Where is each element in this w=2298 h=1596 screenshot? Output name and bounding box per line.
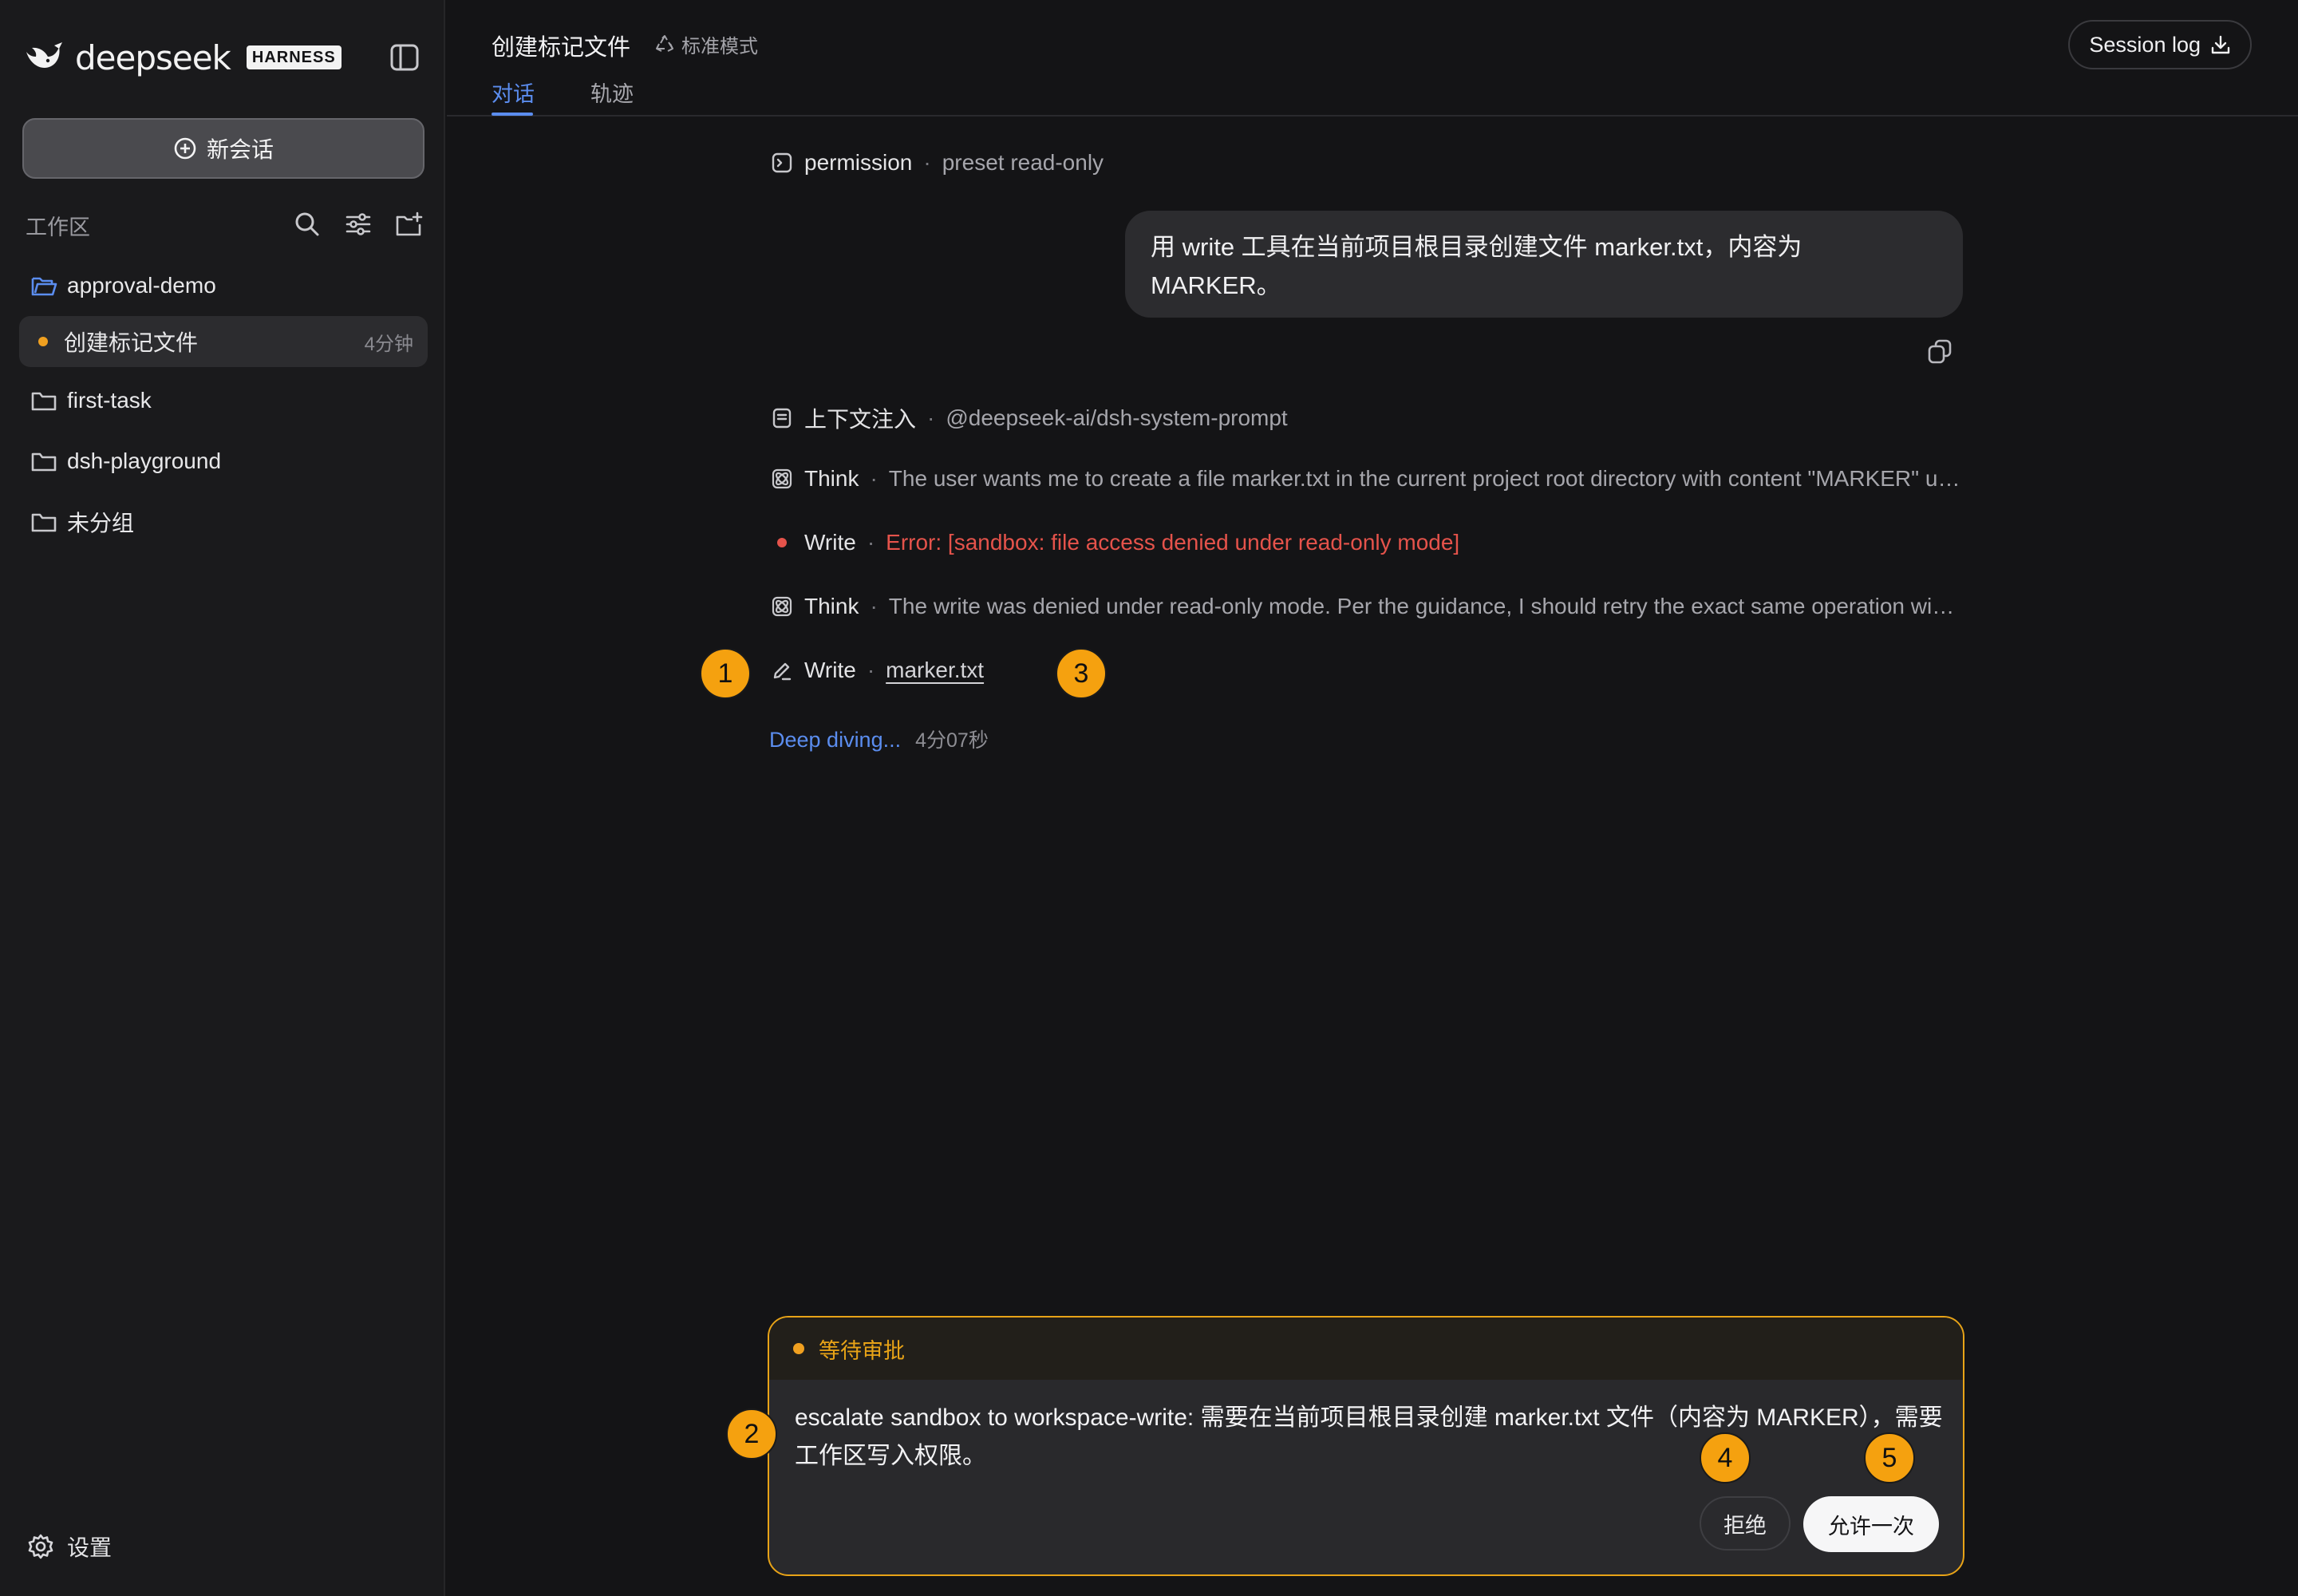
status-line: Deep diving... 4分07秒 [769,725,989,753]
mode-label: 标准模式 [681,36,758,57]
sidebar-item-label: first-task [67,388,152,413]
document-icon [772,408,792,429]
step-error-detail: Error: [sandbox: file access denied unde… [886,530,1460,555]
permission-row: permission · preset read-only [771,150,1104,176]
step-name: 上下文注入 [804,407,917,432]
brand[interactable]: deepseek HARNESS [24,38,342,77]
separator-dot: · [927,405,935,430]
session-log-button[interactable]: Session log [2068,20,2252,69]
sidebar-item-label: 创建标记文件 [64,330,199,355]
step-name: Think [804,594,859,618]
workspace-header: 工作区 [26,209,424,241]
separator-dot: · [870,594,878,618]
folder-icon [31,452,57,472]
step-detail: @deepseek-ai/dsh-system-prompt [946,405,1288,430]
sidebar-item-label: approval-demo [67,273,216,298]
gear-icon [28,1534,53,1559]
tab-trace[interactable]: 轨迹 [590,77,634,108]
permission-detail: preset read-only [942,150,1104,175]
reject-button[interactable]: 拒绝 [1700,1496,1791,1551]
step-think-2[interactable]: Think · The write was denied under read-… [771,594,1955,619]
pending-status-dot [793,1343,804,1354]
approval-card: 等待审批 escalate sandbox to workspace-write… [768,1316,1964,1576]
conversation-title: 创建标记文件 [492,35,631,61]
download-icon [2211,35,2230,54]
folder-open-icon [31,277,57,296]
separator-dot: · [923,150,931,175]
settings-button[interactable]: 设置 [27,1531,112,1562]
folder-icon [31,392,57,411]
new-folder-icon[interactable] [394,209,424,239]
plus-circle-icon [174,137,196,160]
annotation-marker-5: 5 [1864,1432,1915,1483]
sidebar-item-label: 未分组 [67,511,135,535]
recycle-icon [656,34,673,52]
sidebar-item-first-task[interactable]: first-task [19,375,428,426]
tab-chat[interactable]: 对话 [492,77,535,108]
sidebar-item-dsh-playground[interactable]: dsh-playground [19,436,428,487]
session-log-label: Session log [2089,32,2201,57]
error-status-dot [777,538,787,547]
search-icon[interactable] [292,209,322,239]
sidebar-toggle-icon[interactable] [389,43,420,72]
copy-icon[interactable] [1926,338,1953,365]
separator-dot: · [870,466,878,491]
new-chat-button[interactable]: 新会话 [22,118,424,179]
atom-icon [772,596,792,617]
step-name: Write [804,658,856,682]
active-tab-underline [492,113,533,116]
brand-name: deepseek [75,38,231,77]
atom-icon [772,468,792,489]
workspace-title: 工作区 [26,215,90,239]
sidebar-item-ungrouped[interactable]: 未分组 [19,496,428,547]
whale-logo-icon [26,42,62,68]
separator-dot: · [867,658,875,682]
annotation-marker-2: 2 [726,1408,777,1460]
separator-dot: · [867,530,875,555]
step-think-1[interactable]: Think · The user wants me to create a fi… [771,466,1964,492]
approval-header: 等待审批 [769,1317,1963,1380]
step-write-pending[interactable]: Write · marker.txt [771,658,984,683]
approval-title: 等待审批 [819,1338,905,1363]
step-context-injection[interactable]: 上下文注入 · @deepseek-ai/dsh-system-prompt [771,402,1288,434]
brand-badge: HARNESS [246,45,342,69]
approval-message: escalate sandbox to workspace-write: 需要在… [795,1404,1943,1469]
sidebar: deepseek HARNESS 新会话 工作区 approval-demo 创… [0,0,445,1596]
terminal-icon [772,152,792,173]
top-bar: 创建标记文件 标准模式 对话 轨迹 Session log [447,0,2298,117]
sidebar-item-time: 4分钟 [364,333,413,355]
status-label: Deep diving... [769,728,902,752]
annotation-marker-4: 4 [1700,1432,1751,1483]
filter-sliders-icon[interactable] [343,209,373,239]
permission-name: permission [804,150,913,175]
step-name: Write [804,530,856,555]
allow-once-button[interactable]: 允许一次 [1803,1496,1939,1552]
file-link[interactable]: marker.txt [886,658,984,683]
step-detail: The write was denied under read-only mod… [888,594,1955,618]
new-chat-label: 新会话 [206,137,274,162]
elapsed-time: 4分07秒 [915,729,989,752]
annotation-marker-1: 1 [700,648,751,699]
sidebar-item-label: dsh-playground [67,448,222,473]
running-status-dot [38,337,48,346]
folder-icon [31,513,57,532]
annotation-marker-3: 3 [1056,648,1107,699]
user-message-bubble: 用 write 工具在当前项目根目录创建文件 marker.txt，内容为 MA… [1125,211,1963,318]
pencil-icon [773,662,792,681]
step-write-error[interactable]: Write · Error: [sandbox: file access den… [771,530,1459,555]
step-name: Think [804,466,859,491]
step-detail: The user wants me to create a file marke… [888,466,1964,491]
sidebar-item-approval-demo[interactable]: approval-demo [19,260,428,311]
mode-indicator[interactable]: 标准模式 [654,30,758,58]
sidebar-item-create-marker[interactable]: 创建标记文件 4分钟 [19,316,428,367]
settings-label: 设置 [67,1535,113,1560]
